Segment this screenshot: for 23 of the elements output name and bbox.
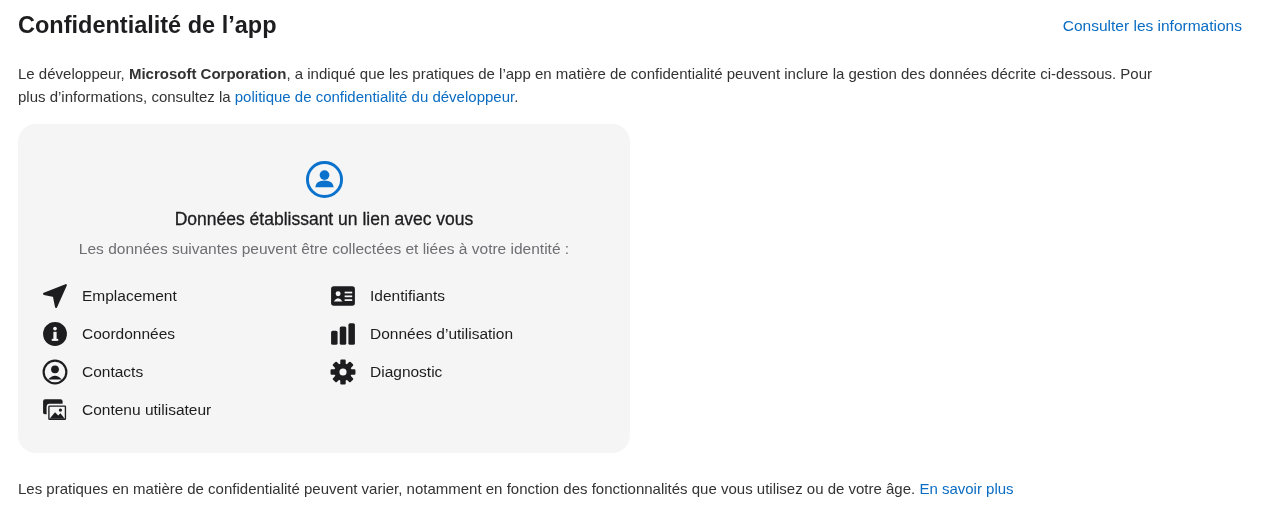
data-type-label: Contenu utilisateur: [82, 401, 212, 419]
person-circle-icon: [42, 359, 68, 385]
photos-icon: [42, 397, 68, 423]
settings-icon: [330, 359, 356, 385]
data-type-label: Diagnostic: [370, 363, 443, 381]
data-type-label: Contacts: [82, 363, 144, 381]
view-info-link[interactable]: Consulter les informations: [1062, 16, 1242, 35]
data-type-label: Identifiants: [370, 287, 445, 305]
card-heading: Données établissant un lien avec vous: [174, 209, 474, 230]
privacy-policy-link[interactable]: politique de confidentialité du développeur: [234, 88, 515, 105]
info-icon: [42, 321, 68, 347]
data-type-label: Emplacement: [82, 287, 177, 305]
data-type-label: Données d’utilisation: [370, 325, 514, 343]
data-type-label: Coordonnées: [82, 325, 176, 343]
footer-paragraph: Les pratiques en matière de confidentialité peuvent varier, notamment en fonction des fonctionnalités que vous utilisez ou de votre âge. En savoir plus: [18, 479, 1015, 499]
learn-more-link[interactable]: En savoir plus: [919, 480, 1014, 497]
card-subtitle: Les données suivantes peuvent être collectées et liées à votre identité :: [78, 240, 570, 258]
user-icon: [304, 160, 344, 199]
section-title: Confidentialité de l’app: [18, 12, 277, 39]
location-arrow-icon: [42, 283, 68, 309]
intro-paragraph: Le développeur, Microsoft Corporation, a indiqué que les pratiques de l’app en matière de confidentialité peuvent inclure la gestion des données décrite ci-dessous. Pour plus d’informations, consultez la politique de confidentialité du développeur.: [18, 64, 1153, 107]
bar-chart-icon: [330, 321, 356, 347]
id-card-icon: [330, 283, 356, 309]
